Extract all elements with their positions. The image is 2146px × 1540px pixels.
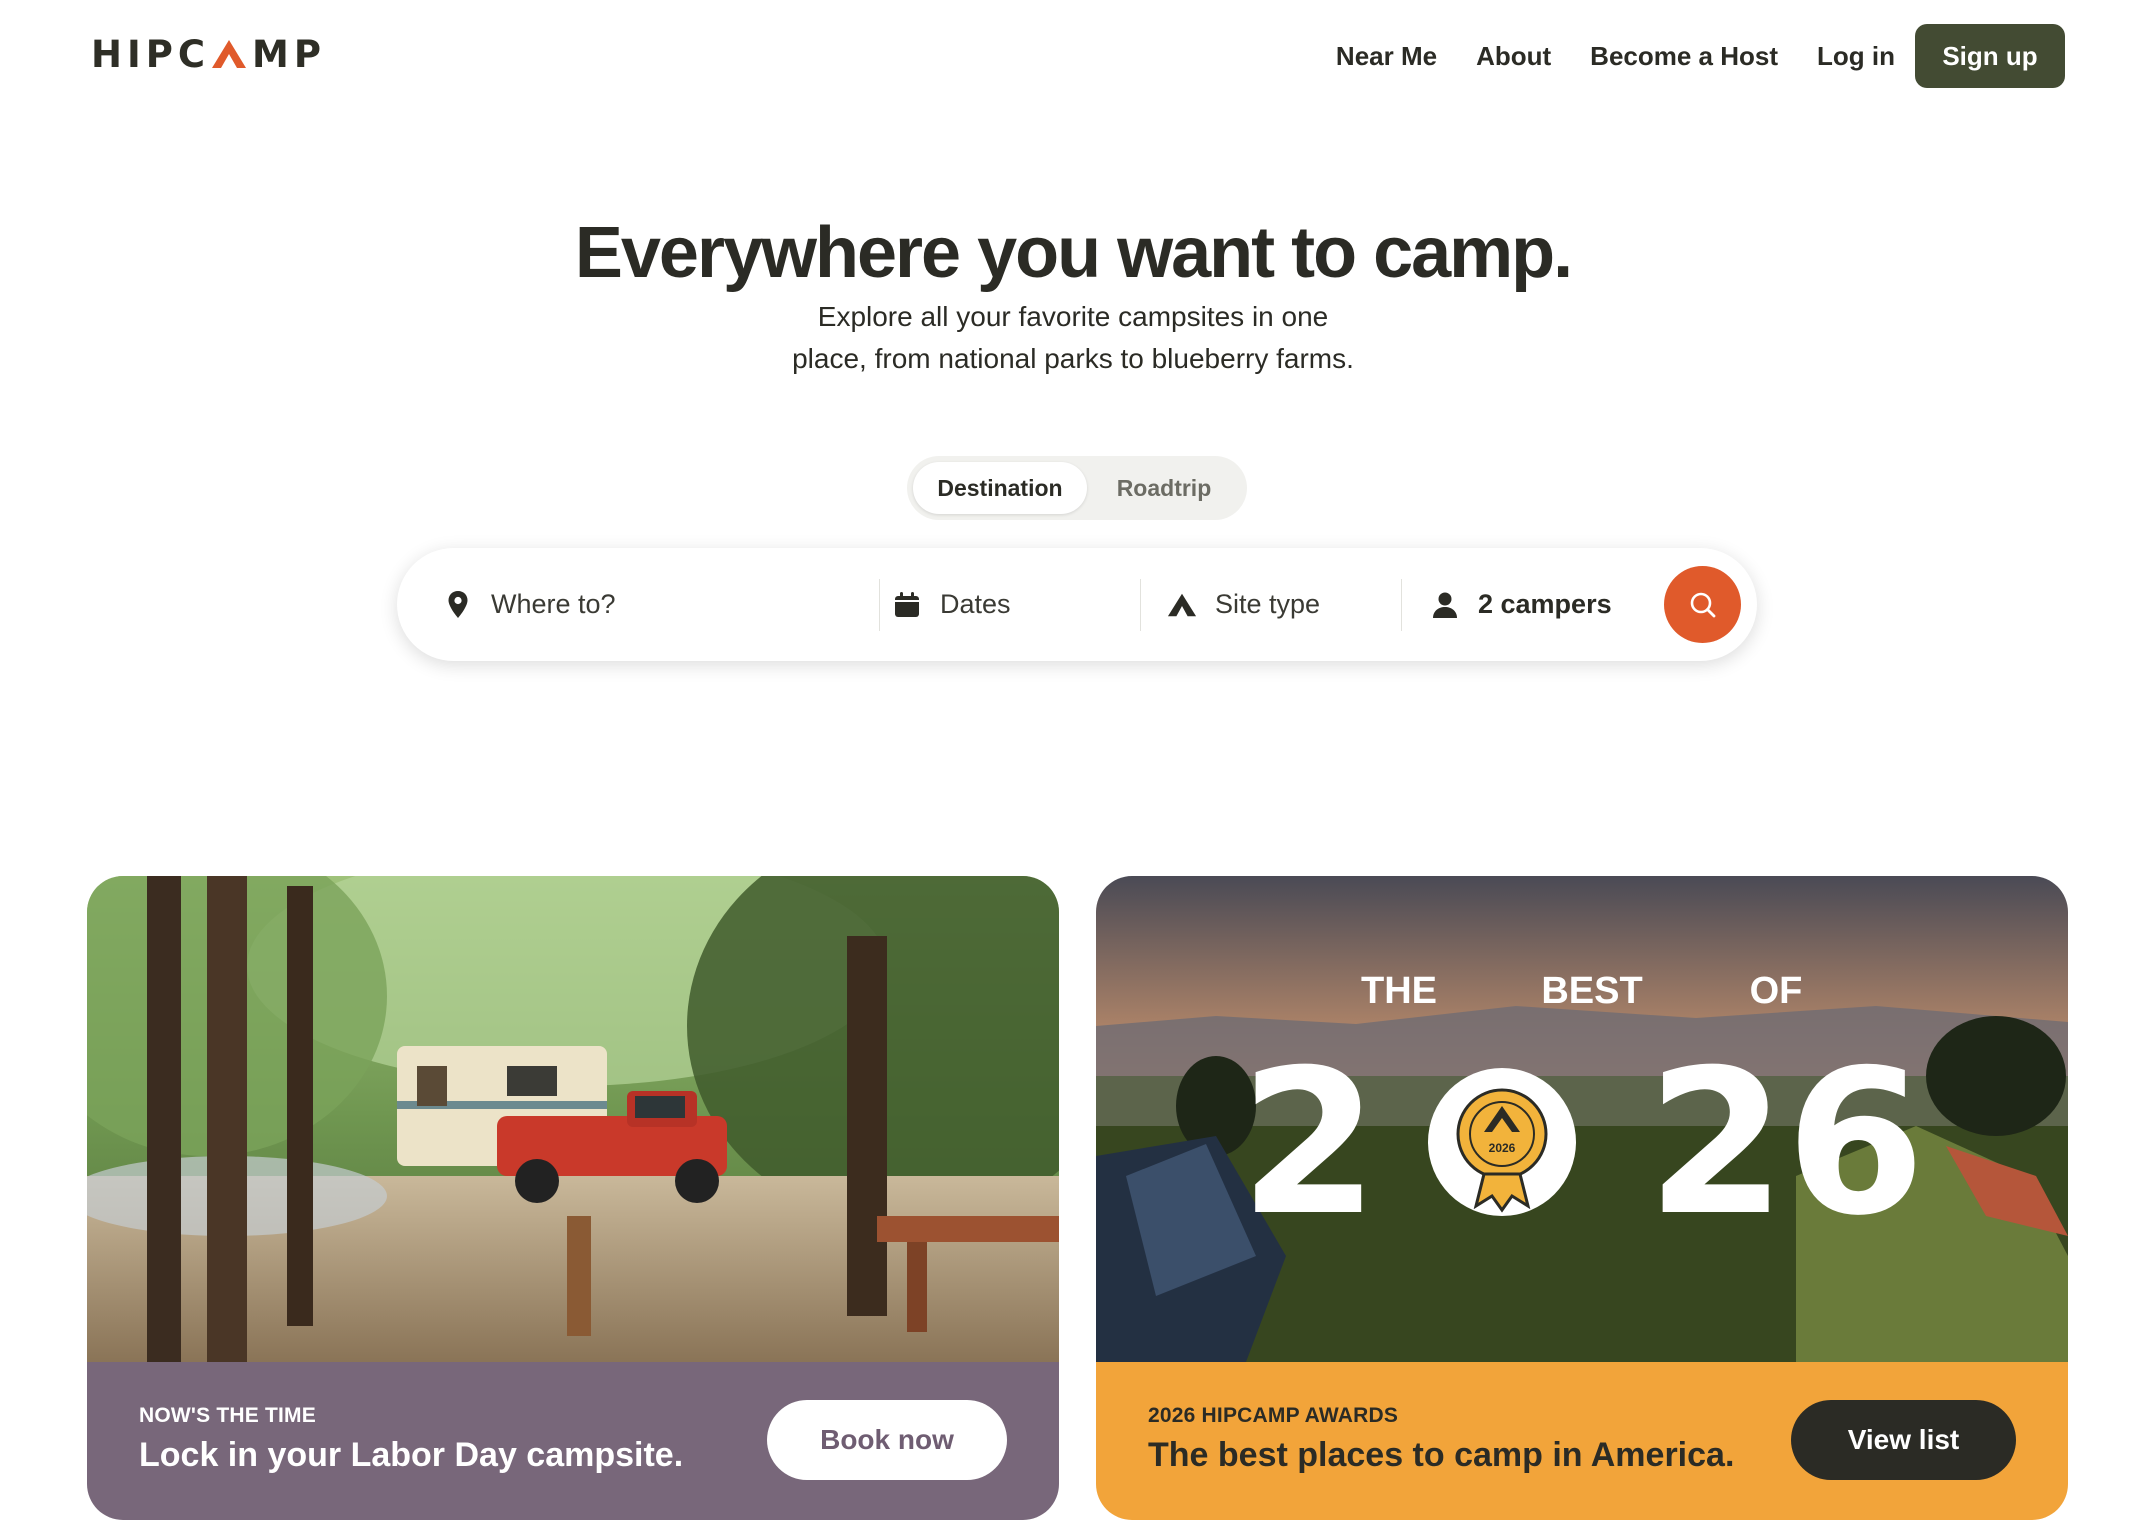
campers-label: 2 campers xyxy=(1478,589,1612,619)
campers-field[interactable]: 2 campers xyxy=(1402,548,1662,661)
calendar-icon xyxy=(892,590,922,620)
logo-text-right: MP xyxy=(252,32,326,76)
search-button[interactable] xyxy=(1664,566,1741,643)
card-eyebrow: NOW'S THE TIME xyxy=(139,1404,316,1427)
badge-year: 2026 xyxy=(1489,1141,1516,1155)
nav-log-in[interactable]: Log in xyxy=(1817,41,1895,72)
card-footer: 2026 HIPCAMP AWARDS The best places to c… xyxy=(1096,1362,2068,1520)
book-now-button[interactable]: Book now xyxy=(767,1400,1007,1480)
hipcamp-logo[interactable]: HIPC MP xyxy=(91,32,326,76)
top-nav: Near Me About Become a Host Log in Sign … xyxy=(1336,24,2065,88)
where-field[interactable]: Where to? xyxy=(397,548,879,661)
best-of-2026-title: THE BEST OF 2 2026 26 xyxy=(1239,970,1925,1260)
best-of-2026-image: THE BEST OF 2 2026 26 xyxy=(1096,876,2068,1362)
year-digit-2: 2 xyxy=(1239,1027,1378,1260)
year-digits-26: 26 xyxy=(1647,1027,1925,1260)
hero-subtitle: Explore all your favorite campsites in o… xyxy=(0,296,2146,380)
search-bar: Where to? Dates Site type 2 campers xyxy=(397,548,1757,661)
site-type-label: Site type xyxy=(1215,589,1321,619)
title-word-of: OF xyxy=(1750,970,1803,1012)
logo-text-left: HIPC xyxy=(91,32,211,76)
nav-become-host[interactable]: Become a Host xyxy=(1590,41,1778,72)
sign-up-button[interactable]: Sign up xyxy=(1915,24,2065,88)
where-input[interactable]: Where to? xyxy=(491,589,616,620)
labor-day-card[interactable]: NOW'S THE TIME Lock in your Labor Day ca… xyxy=(87,876,1059,1520)
hero-subtitle-line2: place, from national parks to blueberry … xyxy=(792,343,1354,374)
hero-title: Everywhere you want to camp. xyxy=(574,213,1573,293)
card-footer: NOW'S THE TIME Lock in your Labor Day ca… xyxy=(87,1362,1059,1520)
dates-label: Dates xyxy=(940,589,1011,619)
nav-about[interactable]: About xyxy=(1476,41,1551,72)
nav-near-me[interactable]: Near Me xyxy=(1336,41,1437,72)
title-word-best: BEST xyxy=(1541,970,1642,1012)
awards-card[interactable]: THE BEST OF 2 2026 26 2026 HIPCAMP AWARD… xyxy=(1096,876,2068,1520)
card-title: The best places to camp in America. xyxy=(1148,1436,1735,1474)
site-type-field[interactable]: Site type xyxy=(1141,548,1401,661)
tab-destination[interactable]: Destination xyxy=(913,462,1087,514)
tab-roadtrip[interactable]: Roadtrip xyxy=(1087,462,1241,514)
dates-field[interactable]: Dates xyxy=(880,548,1140,661)
card-title: Lock in your Labor Day campsite. xyxy=(139,1436,684,1474)
location-pin-icon xyxy=(443,590,473,620)
card-eyebrow: 2026 HIPCAMP AWARDS xyxy=(1148,1404,1399,1427)
logo-tent-icon xyxy=(210,38,248,70)
search-mode-toggle: Destination Roadtrip xyxy=(907,456,1247,520)
tent-icon xyxy=(1167,590,1197,620)
person-icon xyxy=(1430,590,1460,620)
camper-truck-image xyxy=(87,876,1059,1362)
view-list-button[interactable]: View list xyxy=(1791,1400,2016,1480)
hero-subtitle-line1: Explore all your favorite campsites in o… xyxy=(817,301,1329,332)
title-word-the: THE xyxy=(1361,970,1437,1012)
search-icon xyxy=(1690,592,1715,617)
